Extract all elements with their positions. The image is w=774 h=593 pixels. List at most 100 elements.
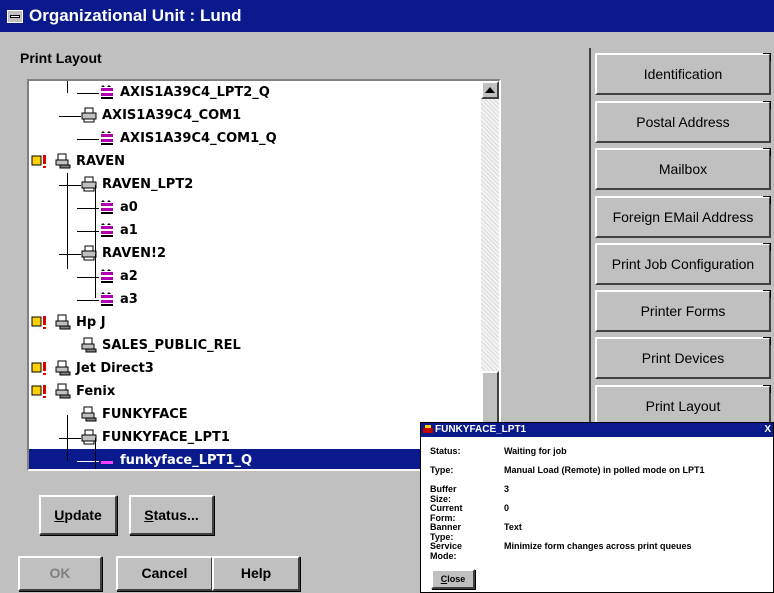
tree-item[interactable]: funkyface_LPT1_Q: [29, 449, 483, 469]
tree-item-label: a2: [120, 269, 138, 284]
status-button[interactable]: Status...: [129, 495, 214, 535]
tab-label: Print Devices: [641, 350, 725, 366]
popup-title-bar[interactable]: FUNKYFACE_LPT1 X: [421, 423, 773, 437]
tree-connector: [95, 438, 96, 469]
tree-item-label: AXIS1A39C4_LPT2_Q: [120, 85, 270, 100]
page-corner-icon: [763, 101, 771, 109]
tree-item-label: a0: [120, 200, 138, 215]
status-value: 0: [504, 503, 510, 513]
system-menu-icon[interactable]: [7, 9, 23, 23]
queue-icon: [99, 199, 115, 215]
tab-label: Postal Address: [636, 114, 730, 130]
tree-item[interactable]: a1: [29, 219, 483, 242]
tree-item-label: FUNKYFACE: [102, 407, 188, 422]
cancel-button[interactable]: Cancel: [116, 556, 213, 591]
tree-connector: [59, 254, 81, 255]
tab-print-layout[interactable]: Print Layout: [595, 385, 771, 427]
tree-item[interactable]: AXIS1A39C4_COM1_Q: [29, 127, 483, 150]
tab-label: Foreign EMail Address: [612, 209, 754, 225]
tab-print-job-configuration[interactable]: Print Job Configuration: [595, 243, 771, 285]
tree-connector: [67, 415, 68, 461]
page-corner-icon: [763, 148, 771, 156]
tree-item-label: RAVEN_LPT2: [102, 177, 194, 192]
warning-icon: [31, 153, 51, 169]
queue-icon: [99, 222, 115, 238]
tree-item-label: Jet Direct3: [76, 361, 154, 376]
page-corner-icon: [763, 290, 771, 298]
tree-item[interactable]: Hp J: [29, 311, 483, 334]
popup-title: FUNKYFACE_LPT1: [435, 424, 527, 435]
print-server-icon: [55, 314, 71, 330]
tree-item[interactable]: RAVEN!2: [29, 242, 483, 265]
page-corner-icon: [763, 385, 771, 393]
tree-item[interactable]: AXIS1A39C4_COM1: [29, 104, 483, 127]
queue-icon: [99, 452, 115, 468]
tree-connector: [67, 173, 68, 269]
tree-item-label: a3: [120, 292, 138, 307]
tab-print-devices[interactable]: Print Devices: [595, 337, 771, 379]
status-key: Buffer Size:: [430, 484, 457, 504]
help-button[interactable]: Help: [212, 556, 300, 591]
warning-icon: [31, 314, 51, 330]
update-accel: U: [54, 507, 65, 523]
status-key: Banner Type:: [430, 522, 462, 542]
window-title: Organizational Unit : Lund: [29, 6, 242, 25]
tab-foreign-email-address[interactable]: Foreign EMail Address: [595, 196, 771, 238]
status-key: Service Mode:: [430, 541, 463, 561]
tab-mailbox[interactable]: Mailbox: [595, 148, 771, 190]
tree-item[interactable]: FUNKYFACE: [29, 403, 483, 426]
popup-body: Close Status: Waiting for job Type: Manual …: [421, 437, 773, 592]
window-title-bar[interactable]: Organizational Unit : Lund: [0, 0, 774, 32]
tree-item[interactable]: SALES_PUBLIC_REL: [29, 334, 483, 357]
warning-icon: [31, 360, 51, 376]
tab-postal-address[interactable]: Postal Address: [595, 101, 771, 143]
printer-icon: [81, 107, 97, 123]
close-label: lose: [447, 574, 466, 584]
print-server-icon: [55, 383, 71, 399]
print-layout-label: Print Layout: [20, 50, 102, 66]
tree-item[interactable]: Jet Direct3: [29, 357, 483, 380]
status-value: Text: [504, 522, 522, 532]
status-key: Type:: [430, 465, 454, 475]
printer-small-icon: [423, 425, 433, 433]
tree-item[interactable]: AXIS1A39C4_LPT2_Q: [29, 81, 483, 104]
tree-item[interactable]: RAVEN: [29, 150, 483, 173]
update-button[interactable]: Update: [39, 495, 117, 535]
queue-icon: [99, 291, 115, 307]
popup-close-button[interactable]: Close: [431, 569, 475, 589]
page-corner-icon: [763, 337, 771, 345]
print-layout-tree[interactable]: AXIS1A39C4_LPT2_Q AXIS1A39C4_COM1 AXIS1A39…: [27, 79, 501, 471]
tree-item-label: funkyface_LPT1_Q: [120, 453, 253, 468]
scroll-up-button[interactable]: [481, 81, 499, 99]
update-label: pdate: [64, 507, 102, 523]
tree-item[interactable]: a2: [29, 265, 483, 288]
tab-printer-forms[interactable]: Printer Forms: [595, 290, 771, 332]
print-server-icon: [81, 406, 97, 422]
tree-item-label: Fenix: [76, 384, 116, 399]
tree-connector: [95, 185, 96, 253]
tree-item[interactable]: Fenix: [29, 380, 483, 403]
tree-item-label: AXIS1A39C4_COM1: [102, 108, 242, 123]
status-value: Waiting for job: [504, 446, 567, 456]
tab-label: Print Layout: [645, 398, 721, 414]
print-server-icon: [55, 153, 71, 169]
tree-connector: [59, 185, 81, 186]
popup-close-icon[interactable]: X: [764, 423, 771, 437]
tab-label: Print Job Configuration: [611, 256, 755, 272]
tree-item-label: AXIS1A39C4_COM1_Q: [120, 131, 277, 146]
tab-identification[interactable]: Identification: [595, 53, 771, 95]
tree-content: AXIS1A39C4_LPT2_Q AXIS1A39C4_COM1 AXIS1A39…: [29, 81, 483, 469]
tree-connector: [95, 254, 96, 298]
tree-connector: [77, 300, 99, 301]
ok-button[interactable]: OK: [18, 556, 102, 591]
tree-item[interactable]: RAVEN_LPT2: [29, 173, 483, 196]
tree-item[interactable]: FUNKYFACE_LPT1: [29, 426, 483, 449]
tree-item[interactable]: a0: [29, 196, 483, 219]
tree-scrollbar[interactable]: [481, 81, 499, 469]
warning-icon: [31, 383, 51, 399]
print-server-icon: [55, 360, 71, 376]
tree-item-label: a1: [120, 223, 138, 238]
status-value: 3: [504, 484, 510, 494]
tree-item[interactable]: a3: [29, 288, 483, 311]
tree-item-label: SALES_PUBLIC_REL: [102, 338, 241, 353]
